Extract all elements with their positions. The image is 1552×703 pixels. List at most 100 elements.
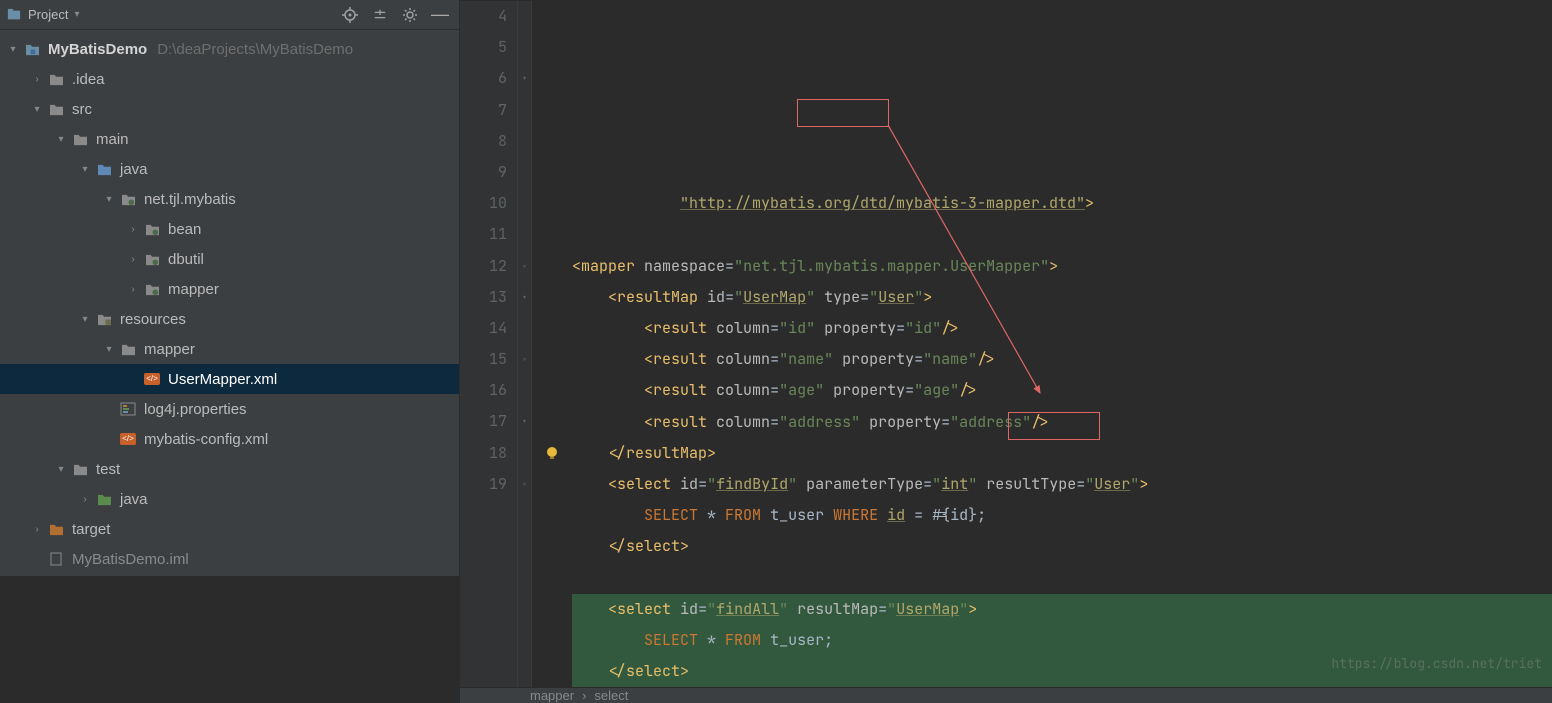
fold-marker[interactable]: ▿ xyxy=(518,469,531,500)
settings-gear-icon[interactable] xyxy=(397,3,423,27)
gutter-slot xyxy=(532,157,572,188)
code-line[interactable]: <mapper namespace="net.tjl.mybatis.mappe… xyxy=(572,251,1552,282)
breadcrumb-segment[interactable]: mapper xyxy=(530,688,574,703)
chevron-down-icon[interactable]: ▾ xyxy=(54,132,68,146)
code-line[interactable]: </select> xyxy=(572,656,1552,687)
breadcrumb[interactable]: mapper › select xyxy=(460,687,1552,703)
code-editor[interactable]: 45678910111213141516171819 ▾▿▾▿▾▿ "http:… xyxy=(460,1,1552,687)
code-line[interactable]: <result column="age" property="age"/> xyxy=(572,375,1552,406)
fold-marker[interactable]: ▾ xyxy=(518,406,531,437)
project-panel-title[interactable]: Project xyxy=(26,7,68,22)
code-line[interactable]: SELECT * FROM t_user; xyxy=(572,625,1552,656)
fold-marker xyxy=(518,219,531,250)
fold-marker[interactable]: ▿ xyxy=(518,344,531,375)
tree-item[interactable]: ▾ test xyxy=(0,454,459,484)
file-prop-icon xyxy=(120,401,136,417)
project-panel-header: Project ▾ — xyxy=(0,0,459,30)
pkg-icon xyxy=(144,251,160,267)
chevron-down-icon[interactable]: ▾ xyxy=(102,192,116,206)
fold-marker xyxy=(518,32,531,63)
tree-item[interactable]: </>UserMapper.xml xyxy=(0,364,459,394)
chevron-down-icon[interactable]: ▾ xyxy=(102,342,116,356)
tree-item[interactable]: ▾resources xyxy=(0,304,459,334)
chevron-right-icon[interactable]: › xyxy=(126,222,140,236)
tree-item[interactable]: ▾java xyxy=(0,154,459,184)
hide-panel-icon[interactable]: — xyxy=(427,3,453,27)
code-line[interactable]: </resultMap> xyxy=(572,438,1552,469)
tree-item-label: MyBatisDemo.iml xyxy=(72,551,189,568)
chevron-right-icon[interactable]: › xyxy=(30,522,44,536)
gutter-slot xyxy=(532,95,572,126)
chevron-down-icon[interactable]: ▾ xyxy=(78,162,92,176)
chevron-down-icon[interactable]: ▾ xyxy=(30,102,44,116)
project-panel: Project ▾ — ▾MyBatisDemoD:\deaProjects\M… xyxy=(0,0,460,576)
tree-item[interactable]: ▾src xyxy=(0,94,459,124)
tree-item-label: test xyxy=(96,461,120,478)
tree-item-label: log4j.properties xyxy=(144,401,247,418)
tree-item[interactable]: ▾ net.tjl.mybatis xyxy=(0,184,459,214)
code-line[interactable]: SELECT * FROM t_user WHERE id = #{id}; xyxy=(572,500,1552,531)
tree-item[interactable]: › target xyxy=(0,514,459,544)
chevron-right-icon[interactable]: › xyxy=(126,282,140,296)
tree-item[interactable]: › .idea xyxy=(0,64,459,94)
tree-item[interactable]: ›dbutil xyxy=(0,244,459,274)
fold-marker[interactable]: ▾ xyxy=(518,63,531,94)
tree-item-label: target xyxy=(72,521,110,538)
gutter-slot xyxy=(532,313,572,344)
expand-all-icon[interactable] xyxy=(367,3,393,27)
tree-item-label: net.tjl.mybatis xyxy=(144,191,236,208)
folder-icon xyxy=(48,71,64,87)
gutter-slot xyxy=(532,469,572,500)
chevron-right-icon[interactable]: › xyxy=(78,492,92,506)
code-line[interactable]: <result column="id" property="id"/> xyxy=(572,313,1552,344)
tree-item[interactable]: › java xyxy=(0,484,459,514)
tree-item[interactable]: log4j.properties xyxy=(0,394,459,424)
tree-item-label: UserMapper.xml xyxy=(168,371,277,388)
tree-item[interactable]: ›bean xyxy=(0,214,459,244)
chevron-right-icon[interactable]: › xyxy=(30,72,44,86)
line-number: 9 xyxy=(460,157,507,188)
fold-marker xyxy=(518,188,531,219)
chevron-right-icon[interactable]: › xyxy=(126,252,140,266)
tree-item[interactable]: ›mapper xyxy=(0,274,459,304)
file-icon xyxy=(48,551,64,567)
line-number: 4 xyxy=(460,1,507,32)
caret-icon[interactable]: ▾ xyxy=(6,42,20,56)
intention-bulb-icon[interactable] xyxy=(532,438,572,469)
code-line[interactable]: </select> xyxy=(572,531,1552,562)
tree-item[interactable]: MyBatisDemo.iml xyxy=(0,544,459,574)
breadcrumb-separator-icon: › xyxy=(582,688,586,703)
caret-spacer xyxy=(102,402,116,416)
line-number: 7 xyxy=(460,95,507,126)
project-root[interactable]: ▾MyBatisDemoD:\deaProjects\MyBatisDemo xyxy=(0,34,459,64)
tree-item[interactable]: ▾mapper xyxy=(0,334,459,364)
fold-marker[interactable]: ▾ xyxy=(518,282,531,313)
code-line[interactable]: <result column="address" property="addre… xyxy=(572,407,1552,438)
fold-column[interactable]: ▾▿▾▿▾▿ xyxy=(518,1,532,687)
code-line[interactable]: <resultMap id="UserMap" type="User"> xyxy=(572,282,1552,313)
chevron-down-icon[interactable]: ▾ xyxy=(54,462,68,476)
locate-icon[interactable] xyxy=(337,3,363,27)
tree-item-label: java xyxy=(120,491,148,508)
code-line[interactable]: <select id="findAll" resultMap="UserMap"… xyxy=(572,594,1552,625)
chevron-down-icon[interactable]: ▾ xyxy=(78,312,92,326)
code-line[interactable]: <select id="findById" parameterType="int… xyxy=(572,469,1552,500)
breadcrumb-segment[interactable]: select xyxy=(594,688,628,703)
line-number: 17 xyxy=(460,406,507,437)
project-tree[interactable]: ▾MyBatisDemoD:\deaProjects\MyBatisDemo ›.… xyxy=(0,30,459,576)
code-line[interactable]: <result column="name" property="name"/> xyxy=(572,344,1552,375)
line-number: 12 xyxy=(460,251,507,282)
editor-area: mpom.xml (MyBatisDemo)✕CTestUserMapperNe… xyxy=(460,0,1552,576)
fold-marker[interactable]: ▿ xyxy=(518,251,531,282)
line-number: 18 xyxy=(460,438,507,469)
code-line[interactable] xyxy=(572,562,1552,593)
tree-item-label: .idea xyxy=(72,71,105,88)
line-number: 19 xyxy=(460,469,507,500)
code-line[interactable]: "http://mybatis.org/dtd/mybatis-3-mapper… xyxy=(572,188,1552,219)
tree-item[interactable]: ▾main xyxy=(0,124,459,154)
code-line[interactable] xyxy=(572,219,1552,250)
code-content[interactable]: "http://mybatis.org/dtd/mybatis-3-mapper… xyxy=(572,1,1552,687)
gutter-slot xyxy=(532,251,572,282)
tree-item[interactable]: </>mybatis-config.xml xyxy=(0,424,459,454)
dropdown-icon[interactable]: ▾ xyxy=(74,9,79,20)
